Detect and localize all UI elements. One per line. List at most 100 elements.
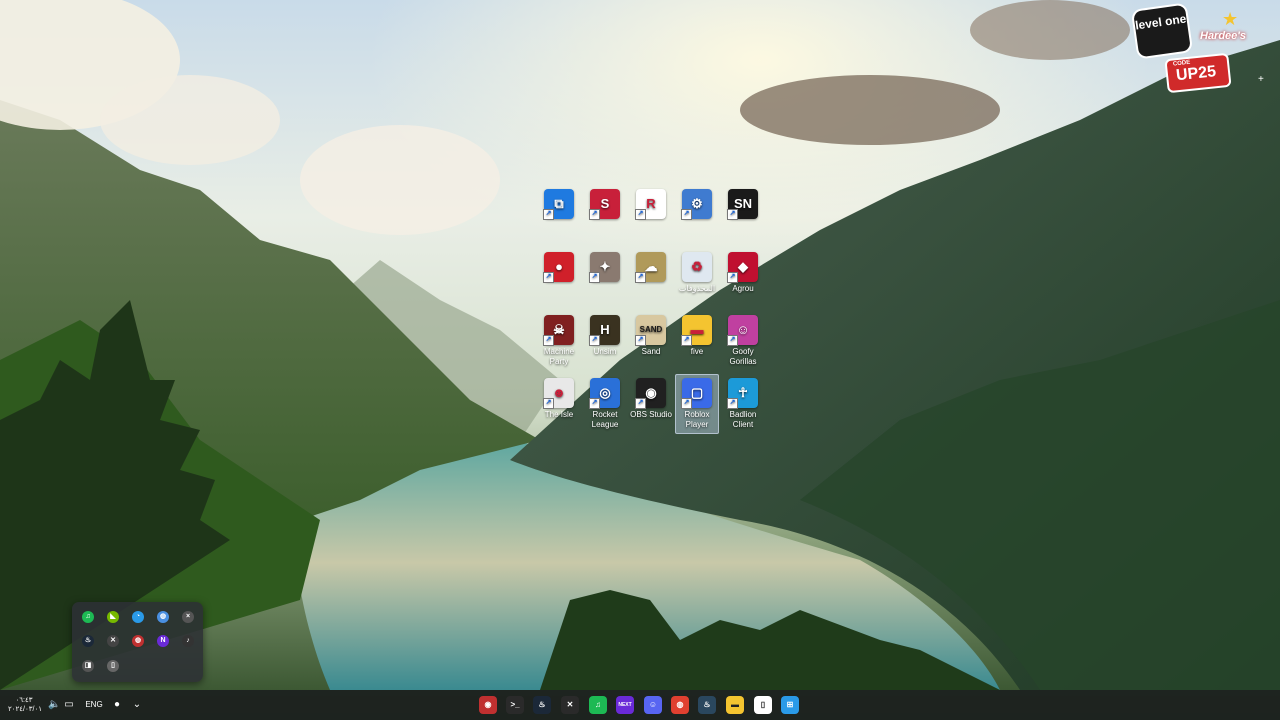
next-icon[interactable]: N — [157, 635, 169, 647]
sketch-game-icon: ☁ ↗ — [635, 252, 666, 283]
promo-badge: level one ★ Hardee's CODE UP25 — [1130, 2, 1260, 94]
language-indicator[interactable]: ENG — [83, 696, 105, 714]
shortcut-arrow-icon: ↗ — [543, 209, 554, 220]
shortcut-label: Sand — [641, 347, 661, 356]
icon-glyph: ▢ — [690, 385, 704, 400]
icon-glyph: R — [646, 196, 656, 211]
desktop-shortcut[interactable]: ◉ ↗ OBS Studio — [629, 374, 673, 424]
icon-glyph: ✦ — [599, 259, 611, 274]
desktop-shortcut[interactable]: SN ↗ — [721, 185, 765, 225]
icon-glyph: ⧉ — [554, 196, 564, 211]
desktop-shortcut[interactable]: ☻ ↗ The Isle — [537, 374, 581, 424]
shortcut-label: five — [690, 347, 704, 356]
shortcut-frame: ☥ ↗ Badlion Client — [721, 374, 765, 434]
xbox-app[interactable]: ✕ — [561, 696, 579, 714]
shortcut-label: Rocket League — [591, 410, 619, 429]
desktop-shortcut[interactable]: ☠ ↗ Machine Party — [537, 311, 581, 371]
shortcut-arrow-icon: ↗ — [681, 398, 692, 409]
agrou-icon: ◆ ↗ — [727, 252, 758, 283]
shortcut-arrow-icon: ↗ — [727, 335, 738, 346]
usb-icon[interactable]: ▯ — [107, 660, 119, 672]
network-icon[interactable]: ▭ — [63, 696, 75, 714]
desktop-shortcut[interactable]: ☁ ↗ — [629, 248, 673, 288]
desktop-shortcut[interactable]: ⧉ ↗ — [537, 185, 581, 225]
icon-glyph: ☁ — [644, 259, 658, 274]
hardees-logo: ★ Hardee's — [1200, 9, 1247, 42]
spotify-icon[interactable]: ♫ — [82, 611, 94, 623]
desktop-shortcut[interactable]: ▢ ↗ Roblox Player — [675, 374, 719, 434]
the-isle-icon: ☻ ↗ — [543, 378, 574, 409]
shortcut-label: OBS Studio — [630, 410, 672, 419]
steam-app-2[interactable]: ♨ — [698, 696, 716, 714]
badlion-icon: ☥ ↗ — [727, 378, 758, 409]
shortcut-arrow-icon: ↗ — [727, 272, 738, 283]
game-bar-icon[interactable]: ◍ — [132, 635, 144, 647]
shortcut-label: المحذوفات — [678, 284, 716, 293]
desktop-shortcut[interactable]: ◎ ↗ Rocket League — [583, 374, 627, 434]
desktop-shortcut[interactable]: ✦ ↗ — [583, 248, 627, 288]
shortcut-frame: H ↗ Unsim — [583, 311, 627, 361]
desktop-shortcut[interactable]: ● ↗ — [537, 248, 581, 288]
shortcut-label: Roblox Player — [684, 410, 710, 429]
shield-game-icon: H ↗ — [589, 315, 620, 346]
chrome-app[interactable]: ◍ — [671, 696, 689, 714]
shortcut-frame: ▢ ↗ Roblox Player — [675, 374, 719, 434]
shortcut-frame: S ↗ — [583, 185, 627, 225]
desktop-shortcut[interactable]: S ↗ — [583, 185, 627, 225]
shortcut-frame: ☁ ↗ — [629, 248, 673, 288]
microphone-icon[interactable]: ● — [111, 696, 123, 714]
steam-app[interactable]: ♨ — [533, 696, 551, 714]
xbox-icon[interactable]: ✕ — [107, 635, 119, 647]
game-art-icon: ✦ ↗ — [589, 252, 620, 283]
icon-glyph: ◉ — [645, 385, 657, 400]
volume-icon[interactable]: 🔈 — [48, 696, 60, 714]
shortcut-arrow-icon: ↗ — [727, 209, 738, 220]
clock[interactable]: ٠٦:٤٣ ٢٠٢٤/٠٣/٠١ — [8, 696, 42, 714]
steam-icon[interactable]: ♨ — [82, 635, 94, 647]
desktop-shortcut[interactable]: ☥ ↗ Badlion Client — [721, 374, 765, 434]
obs-icon: ◉ ↗ — [635, 378, 666, 409]
shortcut-arrow-icon: ↗ — [635, 335, 646, 346]
shortcut-frame: ☺ ↗ Goofy Gorillas — [721, 311, 765, 371]
recycle-bin-icon: ♻ — [682, 252, 712, 282]
discord-app[interactable]: ☺ — [644, 696, 662, 714]
icon-glyph: SN — [733, 196, 753, 211]
desktop-shortcut[interactable]: R ↗ — [629, 185, 673, 225]
desktop-shortcut[interactable]: SAND ↗ Sand — [629, 311, 673, 361]
shortcut-frame: ⚙ ↗ — [675, 185, 719, 225]
spotify-app[interactable]: ♫ — [589, 696, 607, 714]
start-app[interactable]: ⊞ — [781, 696, 799, 714]
chevron-down-icon[interactable]: ⌄ — [130, 696, 144, 714]
edge-color-icon[interactable]: ◔ — [132, 611, 144, 623]
headset-icon[interactable]: ♪ — [182, 635, 194, 647]
shortcut-arrow-icon: ↗ — [589, 398, 600, 409]
shortcut-label: Agrou — [732, 284, 754, 293]
icon-glyph: ☠ — [553, 322, 565, 337]
shortcut-frame: ◎ ↗ Rocket League — [583, 374, 627, 434]
shortcut-label: The Isle — [544, 410, 574, 419]
desktop-shortcut[interactable]: ⚙ ↗ — [675, 185, 719, 225]
notepad-app[interactable]: ▯ — [754, 696, 772, 714]
desktop-shortcut[interactable]: ▬ ↗ five — [675, 311, 719, 361]
desktop-shortcut[interactable]: ◆ ↗ Agrou — [721, 248, 765, 298]
close-small-icon[interactable]: × — [182, 611, 194, 623]
terminal-app[interactable]: >_ — [506, 696, 524, 714]
nvidia-icon[interactable]: ◣ — [107, 611, 119, 623]
display-icon[interactable]: ◨ — [82, 660, 94, 672]
file-explorer-app[interactable]: ▬ — [726, 696, 744, 714]
shortcut-frame: R ↗ — [629, 185, 673, 225]
desktop-shortcut[interactable]: H ↗ Unsim — [583, 311, 627, 361]
shortcut-frame: SN ↗ — [721, 185, 765, 225]
recorder-app[interactable]: ◉ — [479, 696, 497, 714]
shortcut-arrow-icon: ↗ — [635, 209, 646, 220]
r-logo-icon: R ↗ — [635, 189, 666, 220]
rocket-league-icon: ◎ ↗ — [589, 378, 620, 409]
promo-code-tag: CODE UP25 — [1164, 52, 1232, 94]
search-sync-icon[interactable]: ◍ — [157, 611, 169, 623]
icon-glyph: S — [600, 196, 610, 211]
next-app[interactable]: NEXT — [616, 696, 634, 714]
icon-glyph: H — [600, 322, 610, 337]
shortcut-frame: ● ↗ — [537, 248, 581, 288]
desktop-shortcut[interactable]: ♻ المحذوفات — [675, 248, 719, 298]
desktop-shortcut[interactable]: ☺ ↗ Goofy Gorillas — [721, 311, 765, 371]
